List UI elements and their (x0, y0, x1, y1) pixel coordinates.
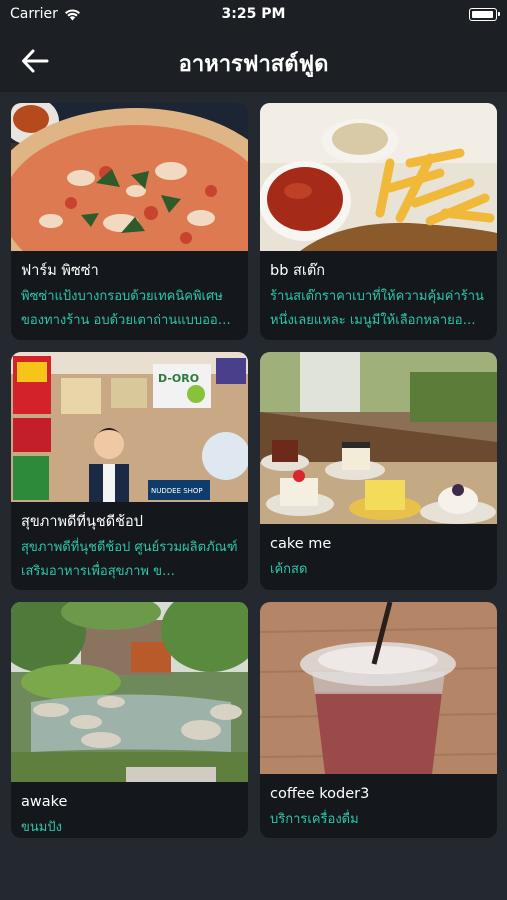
shop-description: ขนมปัง (21, 820, 62, 835)
status-bar: Carrier 3:25 PM (0, 0, 507, 30)
shop-name: bb สเต๊ก (270, 263, 326, 279)
pizza-image (11, 103, 248, 251)
shop-card-health[interactable]: D-ORO NUDDEE SHOP สุขภาพดีที่นุชดีช้อป ส… (11, 352, 248, 590)
battery-icon (469, 8, 500, 21)
shop-card-pizza[interactable]: ฟาร์ม พิซซ่า พิซซ่าแป้งบางกรอบด้วยเทคนิค… (11, 103, 248, 340)
shop-description: ร้านสเต๊กราคาเบาที่ให้ความคุ้มค่าร้านหนึ… (270, 289, 484, 328)
shop-name: cake me (270, 536, 332, 552)
nav-bar: อาหารฟาสต์ฟูด (0, 30, 507, 92)
shop-card-steak[interactable]: bb สเต๊ก ร้านสเต๊กราคาเบาที่ให้ความคุ้มค… (260, 103, 497, 340)
shop-description: เค้กสด (270, 562, 308, 577)
garden-image (11, 602, 248, 782)
shop-description: พิซซ่าแป้งบางกรอบด้วยเทคนิคพิเศษของทางร้… (21, 289, 231, 328)
status-time: 3:25 PM (221, 6, 286, 22)
page-title: อาหารฟาสต์ฟูด (178, 52, 329, 77)
card-body: สุขภาพดีที่นุชดีช้อป สุขภาพดีที่นุชดีช้อ… (11, 502, 248, 584)
shop-card-cake[interactable]: cake me เค้กสด (260, 352, 497, 590)
health-shop-image: D-ORO NUDDEE SHOP (11, 352, 248, 502)
shop-card-awake[interactable]: awake ขนมปัง (11, 602, 248, 838)
drink-image (260, 602, 497, 774)
steak-image (260, 103, 497, 251)
shop-sign: NUDDEE SHOP (151, 487, 203, 495)
shop-name: สุขภาพดีที่นุชดีช้อป (21, 514, 143, 530)
shop-description: สุขภาพดีที่นุชดีช้อป ศูนย์รวมผลิตภัณฑ์เส… (21, 540, 238, 579)
card-body: awake ขนมปัง (11, 782, 248, 838)
cake-image (260, 352, 497, 524)
card-body: ฟาร์ม พิซซ่า พิซซ่าแป้งบางกรอบด้วยเทคนิค… (11, 251, 248, 333)
shop-name: awake (21, 794, 68, 810)
card-body: cake me เค้กสด (260, 524, 497, 582)
shop-description: บริการเครื่องดื่ม (270, 812, 359, 827)
shop-card-coffee[interactable]: coffee koder3 บริการเครื่องดื่ม (260, 602, 497, 838)
card-body: bb สเต๊ก ร้านสเต๊กราคาเบาที่ให้ความคุ้มค… (260, 251, 497, 333)
product-label: D-ORO (158, 372, 199, 385)
card-body: coffee koder3 บริการเครื่องดื่ม (260, 774, 497, 832)
shop-name: coffee koder3 (270, 786, 370, 802)
shop-name: ฟาร์ม พิซซ่า (21, 263, 99, 279)
